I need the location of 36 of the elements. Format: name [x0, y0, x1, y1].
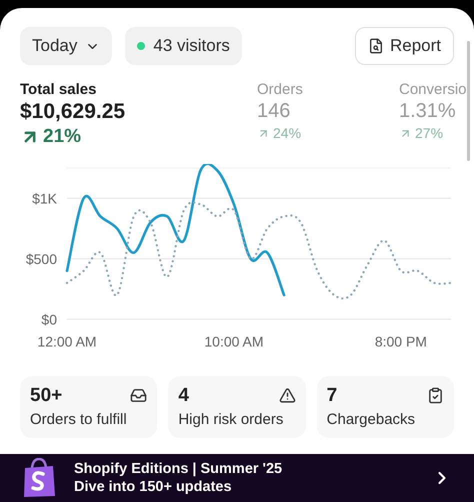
card-value: 50+: [30, 384, 62, 407]
shopping-bag-logo: [22, 458, 56, 498]
card-value: 7: [326, 384, 338, 407]
axis-label: $500: [26, 251, 57, 268]
inbox-icon: [130, 387, 148, 404]
banner-title: Shopify Editions | Summer '25: [74, 461, 284, 477]
summary-card[interactable]: 4 High risk orders: [168, 376, 306, 438]
metric-tab[interactable]: Total sales $10,629.25 21%: [20, 81, 257, 148]
metric-label: Orders: [257, 81, 303, 98]
summary-card[interactable]: 50+ Orders to fulfill: [20, 376, 158, 438]
report-icon: [368, 38, 384, 54]
banner-subtitle: Dive into 150+ updates: [74, 479, 233, 495]
visitors-chip[interactable]: 43 visitors: [125, 27, 242, 65]
warning-icon: [278, 387, 296, 404]
metric-value: $10,629.25: [20, 100, 126, 124]
card-label: High risk orders: [178, 410, 284, 428]
metric-value: 1.31%: [399, 100, 456, 123]
summary-card[interactable]: 7 Chargebacks: [316, 376, 454, 438]
metric-label: Total sales: [20, 81, 96, 98]
date-range-dropdown[interactable]: Today: [20, 27, 112, 65]
promo-banner[interactable]: Shopify Editions | Summer '25 Dive into 150+ updates: [0, 454, 474, 502]
report-button[interactable]: Report: [354, 27, 454, 65]
metric-value: 146: [257, 100, 290, 123]
axis-label: 10:00 AM: [204, 334, 264, 350]
card-value: 4: [178, 384, 189, 407]
axis-label: $0: [41, 312, 57, 328]
metric-change: 27%: [415, 125, 444, 141]
metric-change: 24%: [273, 125, 302, 141]
card-label: Chargebacks: [326, 410, 416, 428]
clipboard-check-icon: [426, 387, 444, 404]
metric-change: 21%: [43, 126, 82, 148]
metric-label: Conversio: [399, 81, 467, 98]
axis-label: $1K: [32, 190, 57, 207]
axis-label: 8:00 PM: [374, 334, 427, 350]
axis-label: 12:00 AM: [37, 334, 97, 350]
card-label: Orders to fulfill: [30, 410, 128, 428]
